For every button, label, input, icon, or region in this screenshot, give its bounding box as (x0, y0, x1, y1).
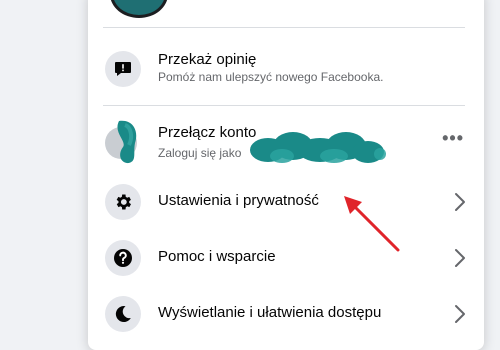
annotation-arrow (344, 196, 400, 252)
display-accessibility-label: Wyświetlanie i ułatwienia dostępu (158, 304, 382, 321)
question-icon (114, 249, 132, 267)
chevron-right-icon (455, 305, 465, 323)
display-accessibility-item[interactable]: Wyświetlanie i ułatwienia dostępu (103, 291, 478, 337)
chevron-right-icon (455, 249, 465, 267)
more-options-icon[interactable]: ••• (442, 128, 464, 149)
display-icon-wrap (105, 296, 141, 332)
switch-account-title: Przełącz konto (158, 124, 257, 141)
feedback-subtitle: Pomóż nam ulepszyć nowego Facebooka. (158, 70, 384, 84)
redaction-scribble (250, 132, 386, 163)
feedback-title: Przekaż opinię (158, 51, 257, 68)
chevron-right-icon (455, 193, 465, 211)
gear-icon (116, 194, 131, 210)
divider (103, 105, 465, 106)
help-support-label: Pomoc i wsparcie (158, 248, 276, 265)
moon-icon (115, 306, 131, 323)
settings-icon-wrap (105, 184, 141, 220)
settings-privacy-label: Ustawienia i prywatność (158, 192, 319, 209)
help-icon-wrap (105, 240, 141, 276)
divider (103, 27, 465, 28)
switch-account-avatar (105, 120, 137, 164)
give-feedback-item[interactable]: Przekaż opinię Pomóż nam ulepszyć nowego… (103, 46, 478, 92)
settings-privacy-item[interactable]: Ustawienia i prywatność (103, 179, 478, 225)
feedback-icon (115, 62, 131, 76)
help-support-item[interactable]: Pomoc i wsparcie (103, 235, 478, 281)
feedback-icon-wrap (105, 51, 141, 87)
switch-account-subtitle: Zaloguj się jako (158, 146, 242, 160)
